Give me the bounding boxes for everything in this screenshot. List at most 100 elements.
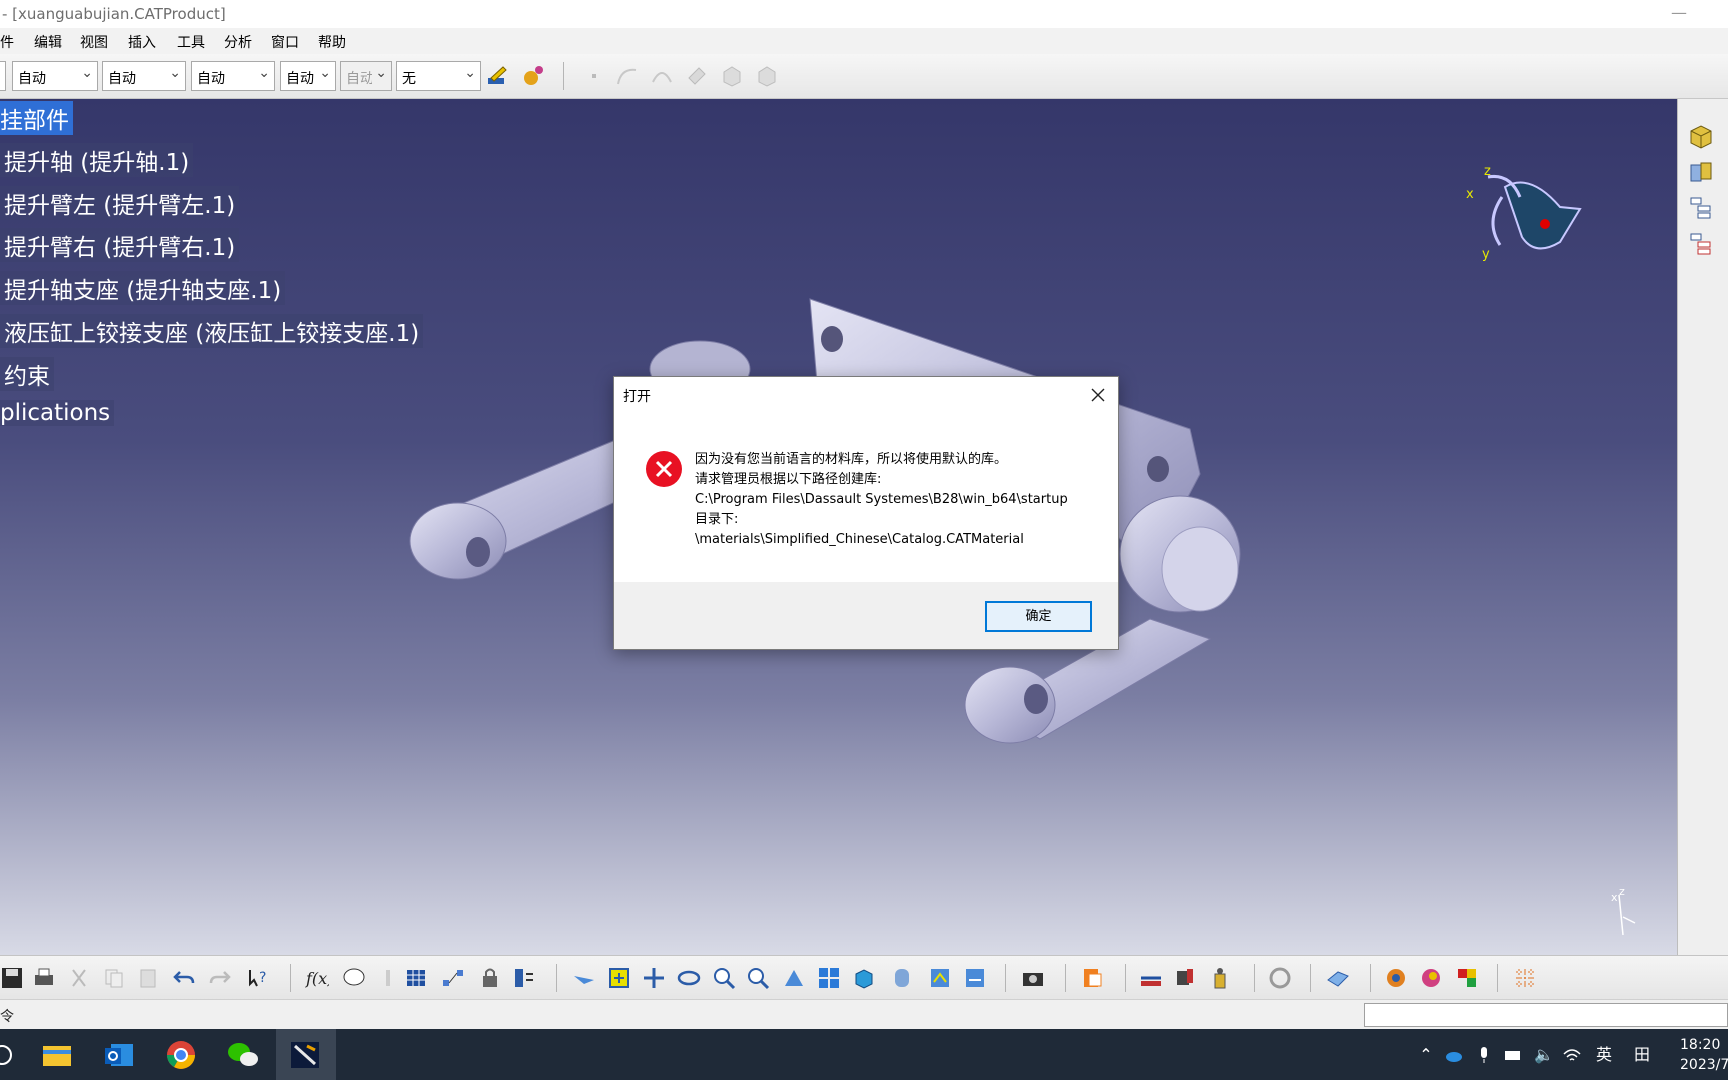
wifi-icon[interactable] bbox=[1562, 1045, 1582, 1065]
point-icon[interactable] bbox=[582, 64, 606, 88]
chevron-up-icon[interactable]: ⌃ bbox=[1416, 1045, 1436, 1065]
curve-icon[interactable] bbox=[615, 64, 639, 88]
ime-language-indicator[interactable]: 英 bbox=[1594, 1045, 1614, 1065]
measure-item-icon[interactable] bbox=[1173, 966, 1197, 990]
undo-icon[interactable] bbox=[172, 966, 196, 990]
menu-tools[interactable]: 工具 bbox=[177, 32, 205, 52]
tree-node-lift-arm-right[interactable]: 提升臂右 (提升臂右.1) bbox=[0, 228, 240, 262]
graph-icon[interactable] bbox=[441, 966, 465, 990]
iso-view-icon[interactable] bbox=[852, 966, 876, 990]
apply-material-icon[interactable] bbox=[1419, 966, 1443, 990]
copy-icon[interactable] bbox=[102, 966, 126, 990]
component-icon[interactable] bbox=[1688, 159, 1714, 185]
layer-combo[interactable]: 无 ⌄ bbox=[396, 61, 481, 91]
catalog-icon[interactable] bbox=[1081, 966, 1105, 990]
measure-between-icon[interactable] bbox=[1139, 966, 1163, 990]
menu-file[interactable]: 件 bbox=[0, 32, 14, 52]
tree-node-root[interactable]: 挂部件 bbox=[0, 101, 73, 135]
paste-icon[interactable] bbox=[137, 966, 161, 990]
tree-node-lift-shaft[interactable]: 提升轴 (提升轴.1) bbox=[0, 143, 194, 177]
battery-icon[interactable] bbox=[1503, 1045, 1523, 1065]
transparency-combo[interactable]: 自动 ⌄ bbox=[340, 61, 392, 91]
tree-node-constraints[interactable]: 约束 bbox=[0, 357, 54, 391]
table-icon[interactable] bbox=[404, 966, 428, 990]
line-weight-combo[interactable]: 自动 ⌄ bbox=[191, 61, 275, 91]
comment-icon[interactable] bbox=[342, 966, 366, 990]
update-icon[interactable] bbox=[1268, 966, 1292, 990]
arc-icon[interactable] bbox=[650, 64, 674, 88]
clock-time: 18:20 bbox=[1680, 1037, 1721, 1053]
product-icon[interactable] bbox=[1688, 123, 1714, 149]
command-input[interactable] bbox=[1364, 1003, 1728, 1027]
print-icon[interactable] bbox=[32, 966, 56, 990]
plane-icon[interactable] bbox=[1326, 966, 1350, 990]
onedrive-icon[interactable] bbox=[1444, 1045, 1464, 1065]
tree-node-shaft-support[interactable]: 提升轴支座 (提升轴支座.1) bbox=[0, 271, 286, 305]
chrome-icon[interactable] bbox=[163, 1038, 199, 1072]
render-style-icon[interactable] bbox=[890, 966, 914, 990]
line-color-combo[interactable]: 自动 ⌄ bbox=[12, 61, 98, 91]
wechat-icon[interactable] bbox=[225, 1038, 261, 1072]
menu-view[interactable]: 视图 bbox=[80, 32, 108, 52]
ime-mode-indicator[interactable]: 田 bbox=[1632, 1045, 1652, 1065]
outlook-icon[interactable] bbox=[101, 1038, 137, 1072]
minimize-button[interactable]: — bbox=[1664, 0, 1694, 28]
parameters-icon[interactable] bbox=[512, 966, 536, 990]
part-copy-icon[interactable] bbox=[755, 64, 779, 88]
line-type-combo[interactable]: 自动 ⌄ bbox=[102, 61, 186, 91]
tree-collapse-icon[interactable] bbox=[1688, 231, 1714, 257]
message-line: 因为没有您当前语言的材料库，所以将使用默认的库。 bbox=[695, 452, 1008, 467]
normal-view-icon[interactable] bbox=[782, 966, 806, 990]
menu-help[interactable]: 帮助 bbox=[318, 32, 346, 52]
multi-view-icon[interactable] bbox=[817, 966, 841, 990]
hide-show-icon[interactable] bbox=[928, 966, 952, 990]
paint-brush-icon[interactable] bbox=[485, 64, 509, 88]
zoom-out-icon[interactable] bbox=[746, 966, 770, 990]
toolbar-separator bbox=[1370, 964, 1371, 992]
graphic-properties-toolbar: 自动 ⌄ 自动 ⌄ 自动 ⌄ 自动 ⌄ 自动 ⌄ 无 ⌄ bbox=[0, 54, 1728, 99]
microphone-icon[interactable] bbox=[1474, 1045, 1494, 1065]
catia-icon[interactable] bbox=[287, 1038, 323, 1072]
redo-icon[interactable] bbox=[208, 966, 232, 990]
fit-all-icon[interactable] bbox=[607, 966, 631, 990]
fly-mode-icon[interactable] bbox=[572, 966, 596, 990]
toolbar-separator bbox=[290, 964, 291, 992]
compass[interactable]: x y z bbox=[1460, 164, 1590, 277]
file-explorer-icon[interactable] bbox=[39, 1038, 75, 1072]
swap-visible-icon[interactable] bbox=[963, 966, 987, 990]
tree-node-applications[interactable]: plications bbox=[0, 400, 115, 426]
cut-icon[interactable] bbox=[67, 966, 91, 990]
menu-edit[interactable]: 编辑 bbox=[34, 32, 62, 52]
tree-node-cylinder-support[interactable]: 液压缸上铰接支座 (液压缸上铰接支座.1) bbox=[0, 314, 424, 348]
volume-icon[interactable]: 🔈 bbox=[1534, 1045, 1554, 1065]
whats-this-icon[interactable]: ? bbox=[246, 966, 270, 990]
pan-icon[interactable] bbox=[642, 966, 666, 990]
formula-icon[interactable]: f(x) bbox=[305, 966, 329, 990]
measure-inertia-icon[interactable] bbox=[1208, 966, 1232, 990]
sensor-icon[interactable] bbox=[376, 966, 400, 990]
tree-node-lift-arm-left[interactable]: 提升臂左 (提升臂左.1) bbox=[0, 186, 240, 220]
menu-analysis[interactable]: 分析 bbox=[224, 32, 252, 52]
style-icon[interactable] bbox=[1455, 966, 1479, 990]
rotate-icon[interactable] bbox=[677, 966, 701, 990]
tree-expand-icon[interactable] bbox=[1688, 195, 1714, 221]
part-icon[interactable] bbox=[720, 64, 744, 88]
zoom-in-icon[interactable] bbox=[712, 966, 736, 990]
capture-icon[interactable] bbox=[1021, 966, 1045, 990]
lock-icon[interactable] bbox=[478, 966, 502, 990]
bottom-toolbar: ? f(x) bbox=[0, 955, 1728, 1000]
material-ball-icon[interactable] bbox=[521, 64, 545, 88]
material-library-error-dialog: 打开 因为没有您当前语言的材料库，所以将使用默认的库。 请求管理员根据以下路径创… bbox=[613, 376, 1119, 650]
ok-button[interactable]: 确定 bbox=[985, 601, 1092, 632]
grid-icon[interactable] bbox=[1513, 966, 1537, 990]
material-icon[interactable] bbox=[1384, 966, 1408, 990]
system-clock[interactable]: 18:20 2023/7 bbox=[1680, 1035, 1728, 1075]
fill-color-combo[interactable] bbox=[0, 61, 6, 91]
close-icon[interactable] bbox=[1084, 381, 1112, 409]
menu-window[interactable]: 窗口 bbox=[271, 32, 299, 52]
point-symbol-combo[interactable]: 自动 ⌄ bbox=[280, 61, 336, 91]
start-icon[interactable] bbox=[0, 1038, 26, 1072]
save-icon[interactable] bbox=[0, 966, 24, 990]
menu-insert[interactable]: 插入 bbox=[128, 32, 156, 52]
eraser-icon[interactable] bbox=[685, 64, 709, 88]
